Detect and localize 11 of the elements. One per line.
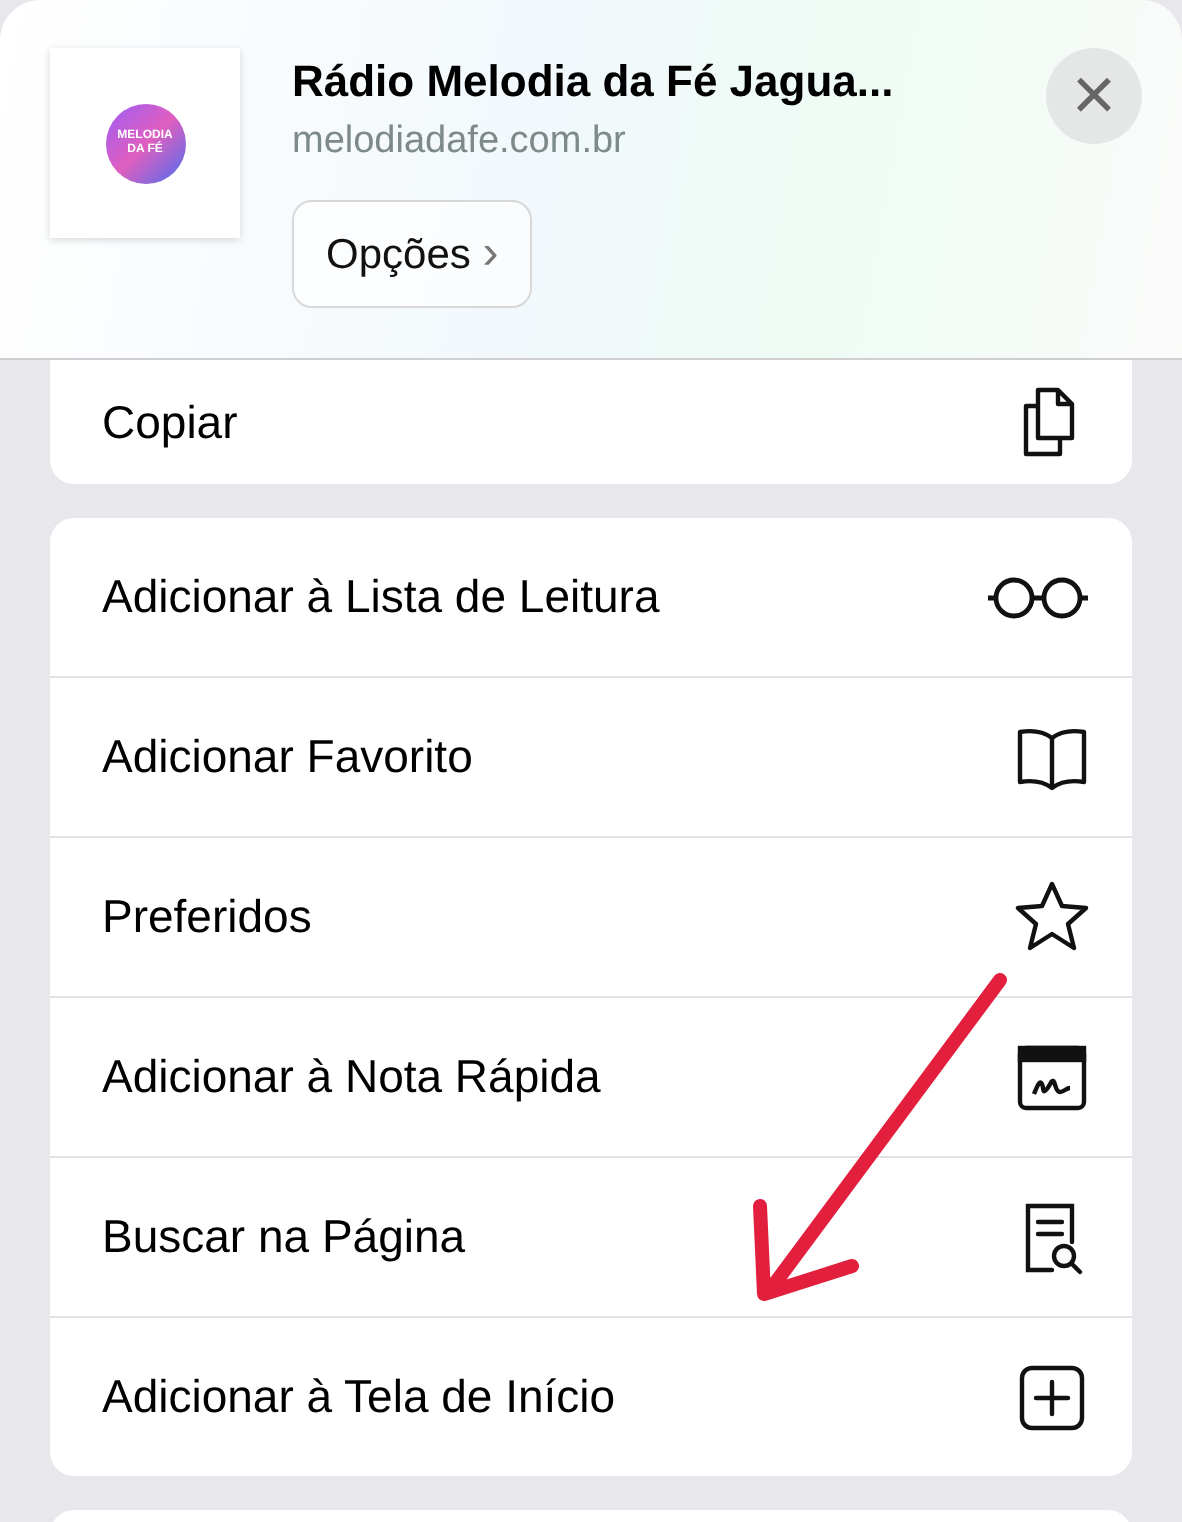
close-button[interactable]: × bbox=[1046, 48, 1142, 144]
menu-item[interactable]: Preferidos bbox=[50, 836, 1132, 996]
options-button[interactable]: Opções › bbox=[292, 200, 533, 308]
menu-item[interactable]: Adicionar à Tela de Início bbox=[50, 1316, 1132, 1476]
site-title: Rádio Melodia da Fé Jagua... bbox=[292, 56, 896, 108]
menu-item[interactable]: Adicionar à Lista de Leitura bbox=[50, 518, 1132, 676]
menu-item[interactable]: Adicionar Favorito bbox=[50, 676, 1132, 836]
menu-item[interactable]: Copiar bbox=[50, 360, 1132, 484]
menu-item[interactable]: Adicionar à Nota Rápida bbox=[50, 996, 1132, 1156]
menu-item[interactable]: Buscar na Página bbox=[50, 1156, 1132, 1316]
site-url: melodiadafe.com.br bbox=[292, 120, 628, 164]
